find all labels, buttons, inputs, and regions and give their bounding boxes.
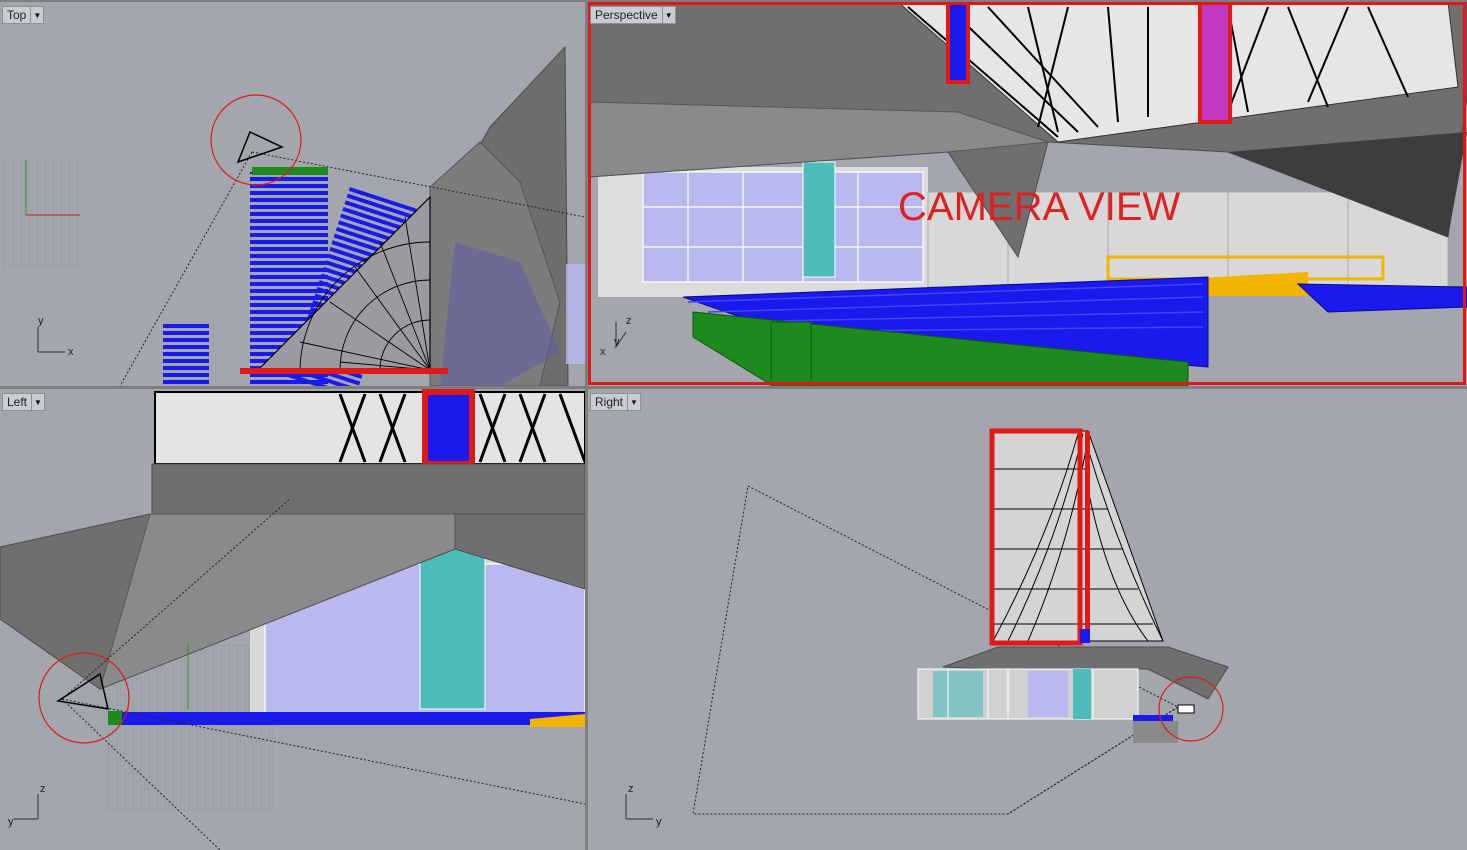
viewport-perspective-title: Perspective (595, 8, 658, 22)
left-view-scene: z y (0, 389, 585, 850)
teal-panel (802, 161, 836, 278)
chevron-down-icon[interactable]: ▼ (627, 394, 640, 410)
chevron-down-icon[interactable]: ▼ (31, 394, 44, 410)
lattice-band (154, 391, 585, 465)
viewport-perspective[interactable]: Perspective ▼ CAMERA VIEW z y x (588, 2, 1467, 386)
highlight-bar (240, 368, 448, 374)
axis-y-label: y (614, 336, 620, 348)
seat-strip (118, 712, 585, 725)
viewport-left-tab[interactable]: Left ▼ (2, 393, 46, 411)
axis-z-label: z (626, 315, 632, 327)
axis-x-label: x (68, 346, 74, 358)
chevron-down-icon[interactable]: ▼ (661, 7, 675, 23)
viewport-top[interactable]: Top ▼ y x (0, 2, 585, 386)
viewport-top-tab[interactable]: Top ▼ (2, 6, 45, 24)
camera-view-annotation: CAMERA VIEW (898, 185, 1181, 229)
axis-y-label: y (656, 816, 662, 828)
viewport-left-title: Left (7, 395, 28, 409)
teal-panel (1073, 669, 1091, 719)
camera-icon (1177, 704, 1195, 714)
axis-y-label: y (38, 315, 44, 327)
viewport-perspective-tab[interactable]: Perspective ▼ (590, 6, 676, 24)
camera-icon (236, 130, 285, 164)
axis-y-label: y (8, 816, 14, 828)
chevron-down-icon[interactable]: ▼ (30, 7, 43, 23)
viewport-top-title: Top (7, 8, 27, 22)
top-view-scene: y x (2, 45, 585, 386)
axis-x-label: x (600, 346, 606, 358)
perspective-scene: CAMERA VIEW z y x (588, 2, 1467, 386)
viewport-right-title: Right (595, 395, 624, 409)
axis-z-label: z (628, 783, 634, 795)
viewport-left[interactable]: Left ▼ z y (0, 389, 585, 850)
viewport-right[interactable]: Right ▼ z y (588, 389, 1467, 850)
axis-z-label: z (40, 783, 46, 795)
viewport-right-tab[interactable]: Right ▼ (590, 393, 642, 411)
teal-panel (419, 548, 486, 710)
red-column (1198, 2, 1232, 124)
red-column (422, 389, 475, 467)
camera-icon (55, 672, 109, 710)
glass-facade (642, 171, 924, 283)
right-view-scene: z y (625, 428, 1229, 828)
